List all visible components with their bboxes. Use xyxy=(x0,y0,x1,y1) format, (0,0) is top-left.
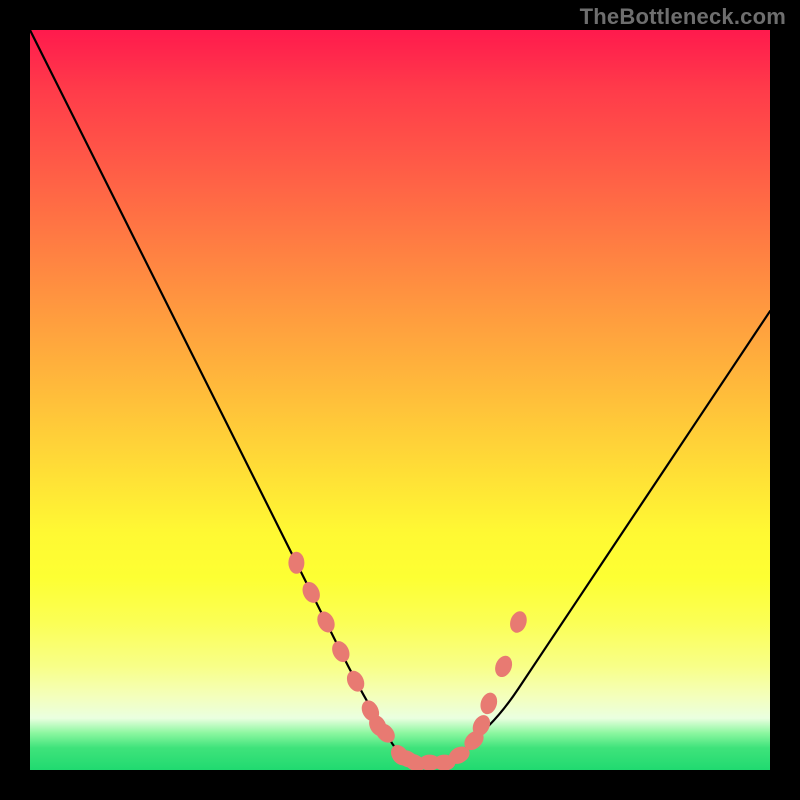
chart-svg xyxy=(30,30,770,770)
marker-point xyxy=(478,690,500,716)
plot-area xyxy=(30,30,770,770)
marker-point xyxy=(344,668,368,695)
watermark-text: TheBottleneck.com xyxy=(580,4,786,30)
marker-point xyxy=(299,579,323,606)
marker-point xyxy=(329,638,353,665)
marker-point xyxy=(314,609,338,636)
bottleneck-curve xyxy=(30,30,770,763)
marker-point xyxy=(492,653,515,679)
marker-point xyxy=(288,552,304,574)
chart-frame: TheBottleneck.com xyxy=(0,0,800,800)
marker-point xyxy=(507,609,529,635)
highlighted-markers xyxy=(288,552,529,770)
